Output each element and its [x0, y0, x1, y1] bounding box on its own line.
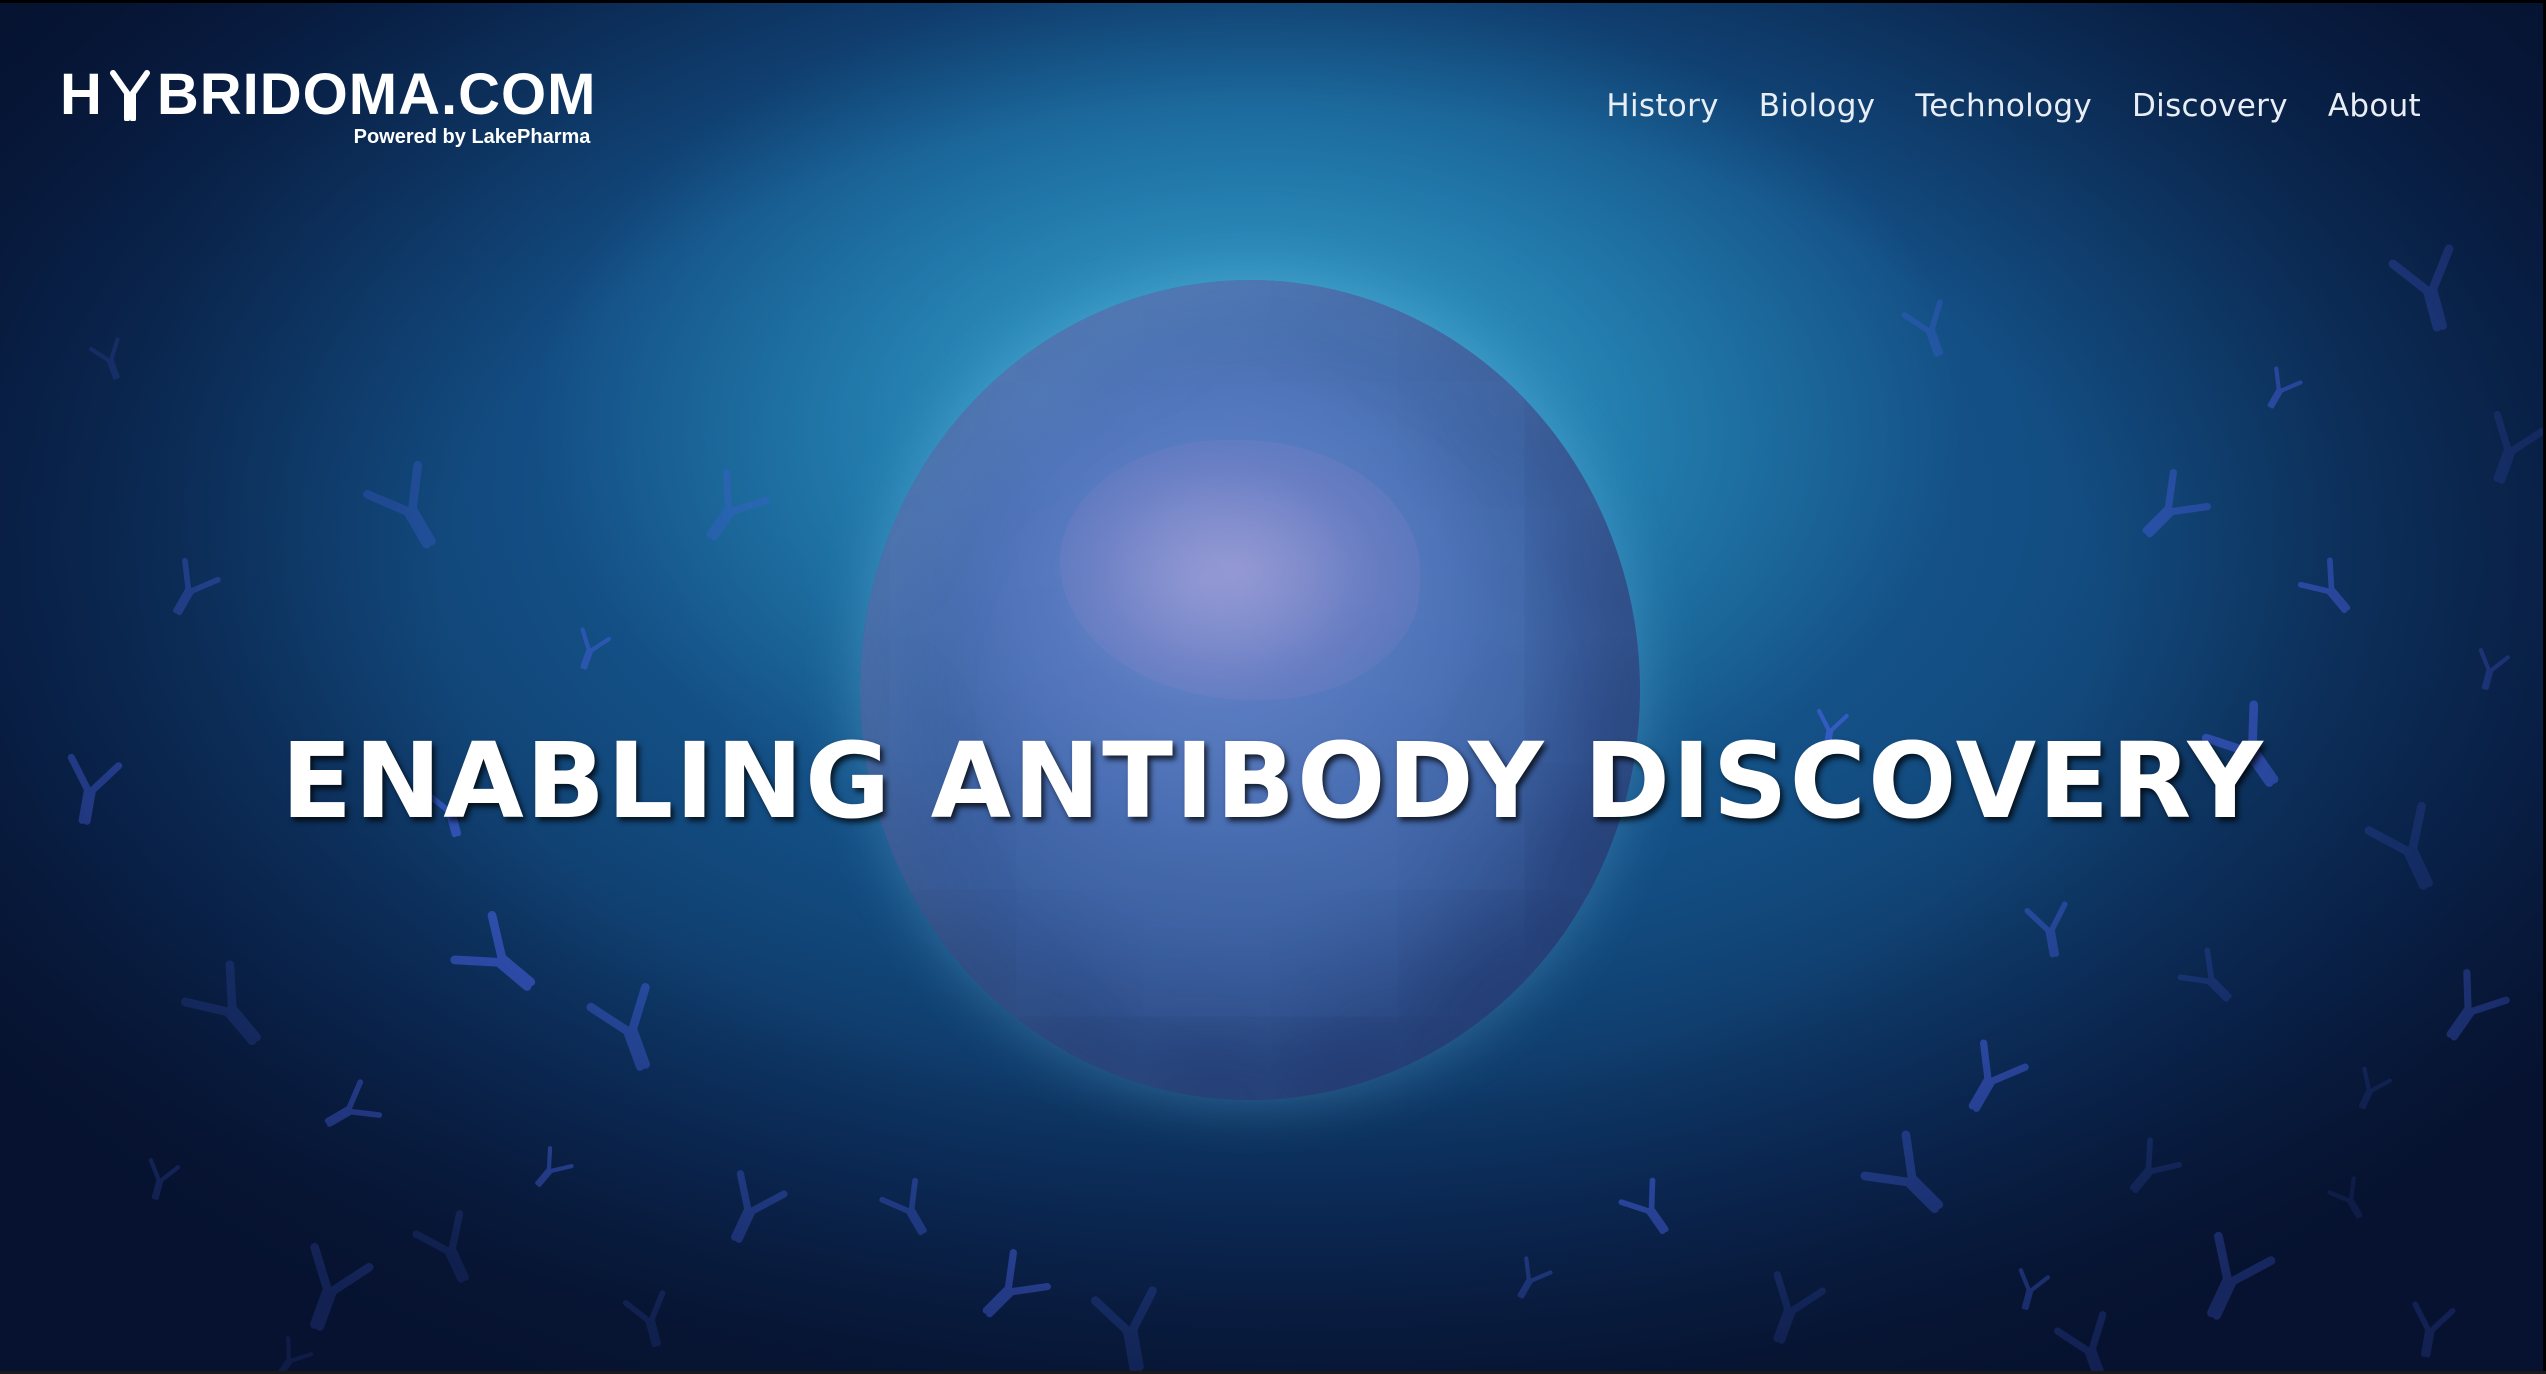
logo-wordmark: H BRIDOMA.COM [60, 66, 596, 124]
logo-tagline: Powered by LakePharma [353, 126, 591, 148]
hero-headline: ENABLING ANTIBODY DISCOVERY [281, 719, 2265, 842]
nav-item-discovery[interactable]: Discovery [2132, 88, 2288, 124]
nav-item-about[interactable]: About [2328, 88, 2421, 124]
antibody-icon [107, 69, 153, 122]
nav-item-biology[interactable]: Biology [1759, 88, 1876, 124]
frame-top [0, 0, 2546, 3]
site-logo[interactable]: H BRIDOMA.COM Powered by LakePharma [60, 66, 596, 149]
vignette-overlay [0, 0, 2546, 1374]
main-nav: History Biology Technology Discovery Abo… [1606, 88, 2421, 124]
logo-prefix: H [60, 62, 103, 127]
nav-item-history[interactable]: History [1606, 88, 1718, 124]
nav-item-technology[interactable]: Technology [1915, 88, 2092, 124]
hero-section: H BRIDOMA.COM Powered by LakePharma Hist… [0, 0, 2546, 1374]
logo-suffix: BRIDOMA.COM [156, 62, 597, 127]
